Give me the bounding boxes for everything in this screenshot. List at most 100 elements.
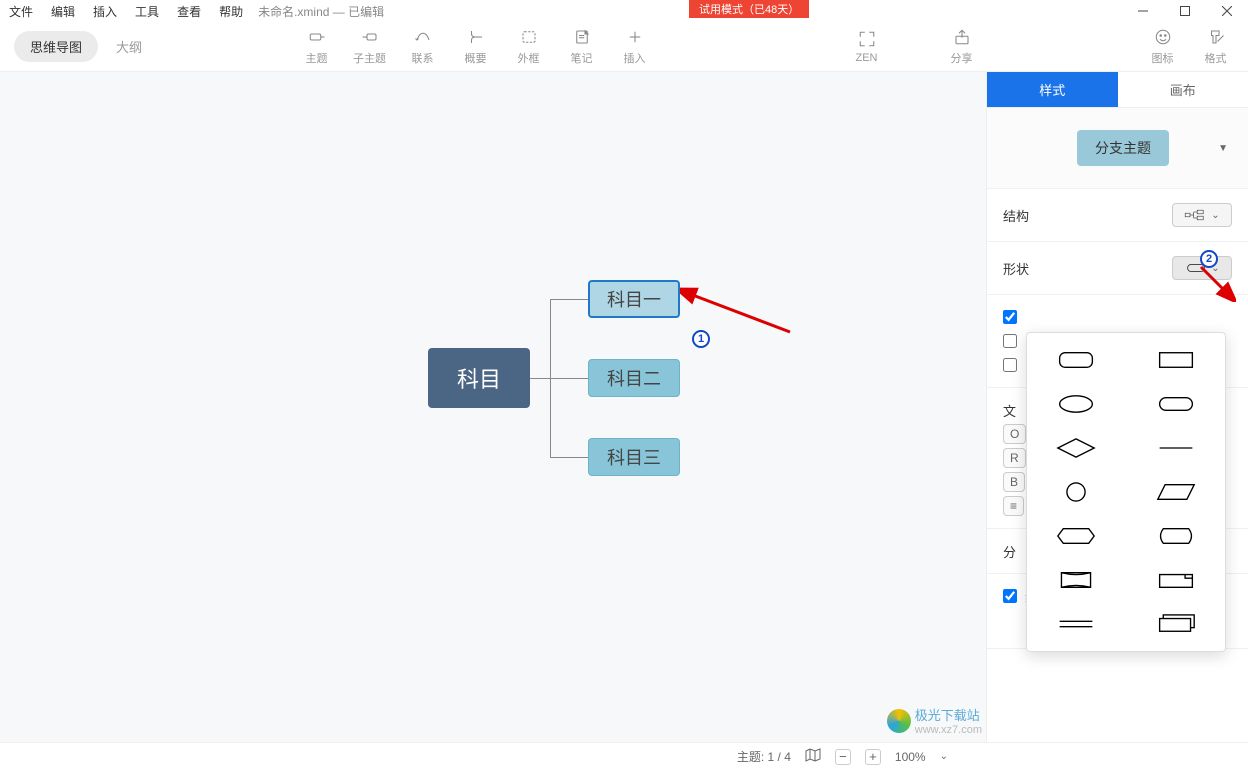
window-minimize-button[interactable] bbox=[1122, 0, 1164, 22]
format-icon bbox=[1207, 28, 1225, 46]
shape-capsule[interactable] bbox=[1141, 393, 1211, 415]
fill-checkbox[interactable] bbox=[1003, 310, 1017, 324]
toolbar-topic[interactable]: 主题 bbox=[290, 28, 343, 66]
shape-label: 形状 bbox=[1003, 259, 1029, 278]
menu-tools[interactable]: 工具 bbox=[126, 3, 168, 20]
summary-icon bbox=[467, 28, 485, 46]
shape-hexagon-h[interactable] bbox=[1041, 525, 1111, 547]
topic-child-1[interactable]: 科目一 bbox=[588, 280, 680, 318]
window-close-button[interactable] bbox=[1206, 0, 1248, 22]
topic-icon bbox=[308, 28, 326, 46]
share-icon bbox=[953, 28, 971, 46]
font-button-b[interactable]: B bbox=[1003, 472, 1025, 492]
emoji-icon bbox=[1154, 28, 1172, 46]
zen-icon bbox=[858, 30, 876, 48]
title-bar: 文件 编辑 插入 工具 查看 帮助 未命名.xmind — 已编辑 试用模式（已… bbox=[0, 0, 1248, 22]
toolbar-emoji[interactable]: 图标 bbox=[1136, 28, 1189, 66]
option-checkbox-3[interactable] bbox=[1003, 358, 1017, 372]
doc-title: 未命名.xmind — 已编辑 bbox=[258, 3, 384, 20]
window-maximize-button[interactable] bbox=[1164, 0, 1206, 22]
toolbar-format-label: 格式 bbox=[1205, 50, 1227, 66]
branch-section-label: 分 bbox=[1003, 542, 1016, 561]
font-button-o[interactable]: O bbox=[1003, 424, 1026, 444]
mindmap-canvas[interactable]: 科目 科目一 科目二 科目三 1 极光下载站 www.xz7.com bbox=[0, 72, 986, 742]
zoom-level[interactable]: 100% bbox=[895, 750, 926, 764]
root-topic[interactable]: 科目 bbox=[428, 348, 530, 408]
trial-badge[interactable]: 试用模式（已48天） bbox=[689, 0, 809, 18]
toolbar-summary[interactable]: 概要 bbox=[449, 28, 502, 66]
toolbar-insert[interactable]: 插入 bbox=[608, 28, 661, 66]
chevron-down-icon[interactable]: ⌄ bbox=[940, 751, 948, 762]
connector bbox=[550, 378, 588, 379]
zoom-out-button[interactable]: − bbox=[835, 749, 851, 765]
relation-icon bbox=[414, 28, 432, 46]
view-outline-button[interactable]: 大纲 bbox=[108, 31, 150, 62]
map-overview-icon[interactable] bbox=[805, 748, 821, 765]
topic-count: 主题: 1 / 4 bbox=[737, 748, 791, 765]
menu-help[interactable]: 帮助 bbox=[210, 3, 252, 20]
align-button[interactable]: ≡ bbox=[1003, 496, 1024, 516]
menu-view[interactable]: 查看 bbox=[168, 3, 210, 20]
shape-rect[interactable] bbox=[1141, 349, 1211, 371]
shape-ellipse[interactable] bbox=[1041, 393, 1111, 415]
structure-picker[interactable]: ⌄ bbox=[1172, 203, 1232, 227]
option-checkbox-2[interactable] bbox=[1003, 334, 1017, 348]
shape-dropdown bbox=[1026, 332, 1226, 652]
shape-circle[interactable] bbox=[1041, 481, 1111, 503]
toolbar-summary-label: 概要 bbox=[465, 50, 487, 66]
toolbar-relation-label: 联系 bbox=[412, 50, 434, 66]
toolbar-share-label: 分享 bbox=[951, 50, 973, 66]
chevron-down-icon[interactable]: ▼ bbox=[1218, 143, 1228, 154]
shape-barrel-rect[interactable] bbox=[1041, 569, 1111, 591]
annotation-arrow-2 bbox=[1196, 262, 1236, 302]
toolbar-zen[interactable]: ZEN bbox=[840, 30, 893, 64]
view-mindmap-button[interactable]: 思维导图 bbox=[14, 31, 98, 62]
watermark: 极光下载站 www.xz7.com bbox=[887, 705, 982, 736]
shape-parallelogram[interactable] bbox=[1141, 481, 1211, 503]
toolbar: 思维导图 大纲 主题 子主题 联系 概要 外框 笔记 插入 bbox=[0, 22, 1248, 72]
format-panel: 样式 画布 分支主题 ▼ 结构 ⌄ 2 形状 ⌄ bbox=[986, 72, 1248, 742]
shape-diamond[interactable] bbox=[1041, 437, 1111, 459]
toolbar-note-label: 笔记 bbox=[571, 50, 593, 66]
toolbar-zen-label: ZEN bbox=[856, 52, 878, 64]
toolbar-topic-label: 主题 bbox=[306, 50, 328, 66]
boundary-icon bbox=[520, 28, 538, 46]
toolbar-boundary[interactable]: 外框 bbox=[502, 28, 555, 66]
tab-canvas[interactable]: 画布 bbox=[1118, 72, 1248, 108]
connector bbox=[550, 299, 588, 300]
shape-underline[interactable] bbox=[1141, 437, 1211, 459]
structure-label: 结构 bbox=[1003, 206, 1029, 225]
font-button-r[interactable]: R bbox=[1003, 448, 1026, 468]
structure-icon bbox=[1184, 209, 1208, 221]
toolbar-format[interactable]: 格式 bbox=[1189, 28, 1242, 66]
line-checkbox[interactable] bbox=[1003, 589, 1017, 603]
topic-type-chip[interactable]: 分支主题 bbox=[1077, 130, 1169, 166]
toolbar-share[interactable]: 分享 bbox=[935, 28, 988, 66]
shape-rounded-rect[interactable] bbox=[1041, 349, 1111, 371]
toolbar-note[interactable]: 笔记 bbox=[555, 28, 608, 66]
zoom-in-button[interactable]: + bbox=[865, 749, 881, 765]
annotation-arrow-1 bbox=[680, 282, 800, 342]
topic-child-2[interactable]: 科目二 bbox=[588, 359, 680, 397]
menu-file[interactable]: 文件 bbox=[0, 3, 42, 20]
watermark-logo-icon bbox=[887, 709, 911, 733]
toolbar-insert-label: 插入 bbox=[624, 50, 646, 66]
shape-hexagon-soft[interactable] bbox=[1141, 525, 1211, 547]
status-bar: 主题: 1 / 4 − + 100% ⌄ bbox=[0, 742, 1248, 770]
connector bbox=[550, 457, 588, 458]
subtopic-icon bbox=[361, 28, 379, 46]
chevron-down-icon: ⌄ bbox=[1211, 210, 1219, 221]
topic-child-3[interactable]: 科目三 bbox=[588, 438, 680, 476]
menu-edit[interactable]: 编辑 bbox=[42, 3, 84, 20]
toolbar-relation[interactable]: 联系 bbox=[396, 28, 449, 66]
toolbar-boundary-label: 外框 bbox=[518, 50, 540, 66]
toolbar-subtopic[interactable]: 子主题 bbox=[343, 28, 396, 66]
shape-folder-rect[interactable] bbox=[1141, 569, 1211, 591]
shape-stacked-rect[interactable] bbox=[1141, 613, 1211, 635]
toolbar-emoji-label: 图标 bbox=[1152, 50, 1174, 66]
tab-style[interactable]: 样式 bbox=[987, 72, 1118, 108]
text-section-label: 文 bbox=[1003, 401, 1016, 420]
menu-insert[interactable]: 插入 bbox=[84, 3, 126, 20]
shape-double-line[interactable] bbox=[1041, 613, 1111, 635]
plus-icon bbox=[626, 28, 644, 46]
